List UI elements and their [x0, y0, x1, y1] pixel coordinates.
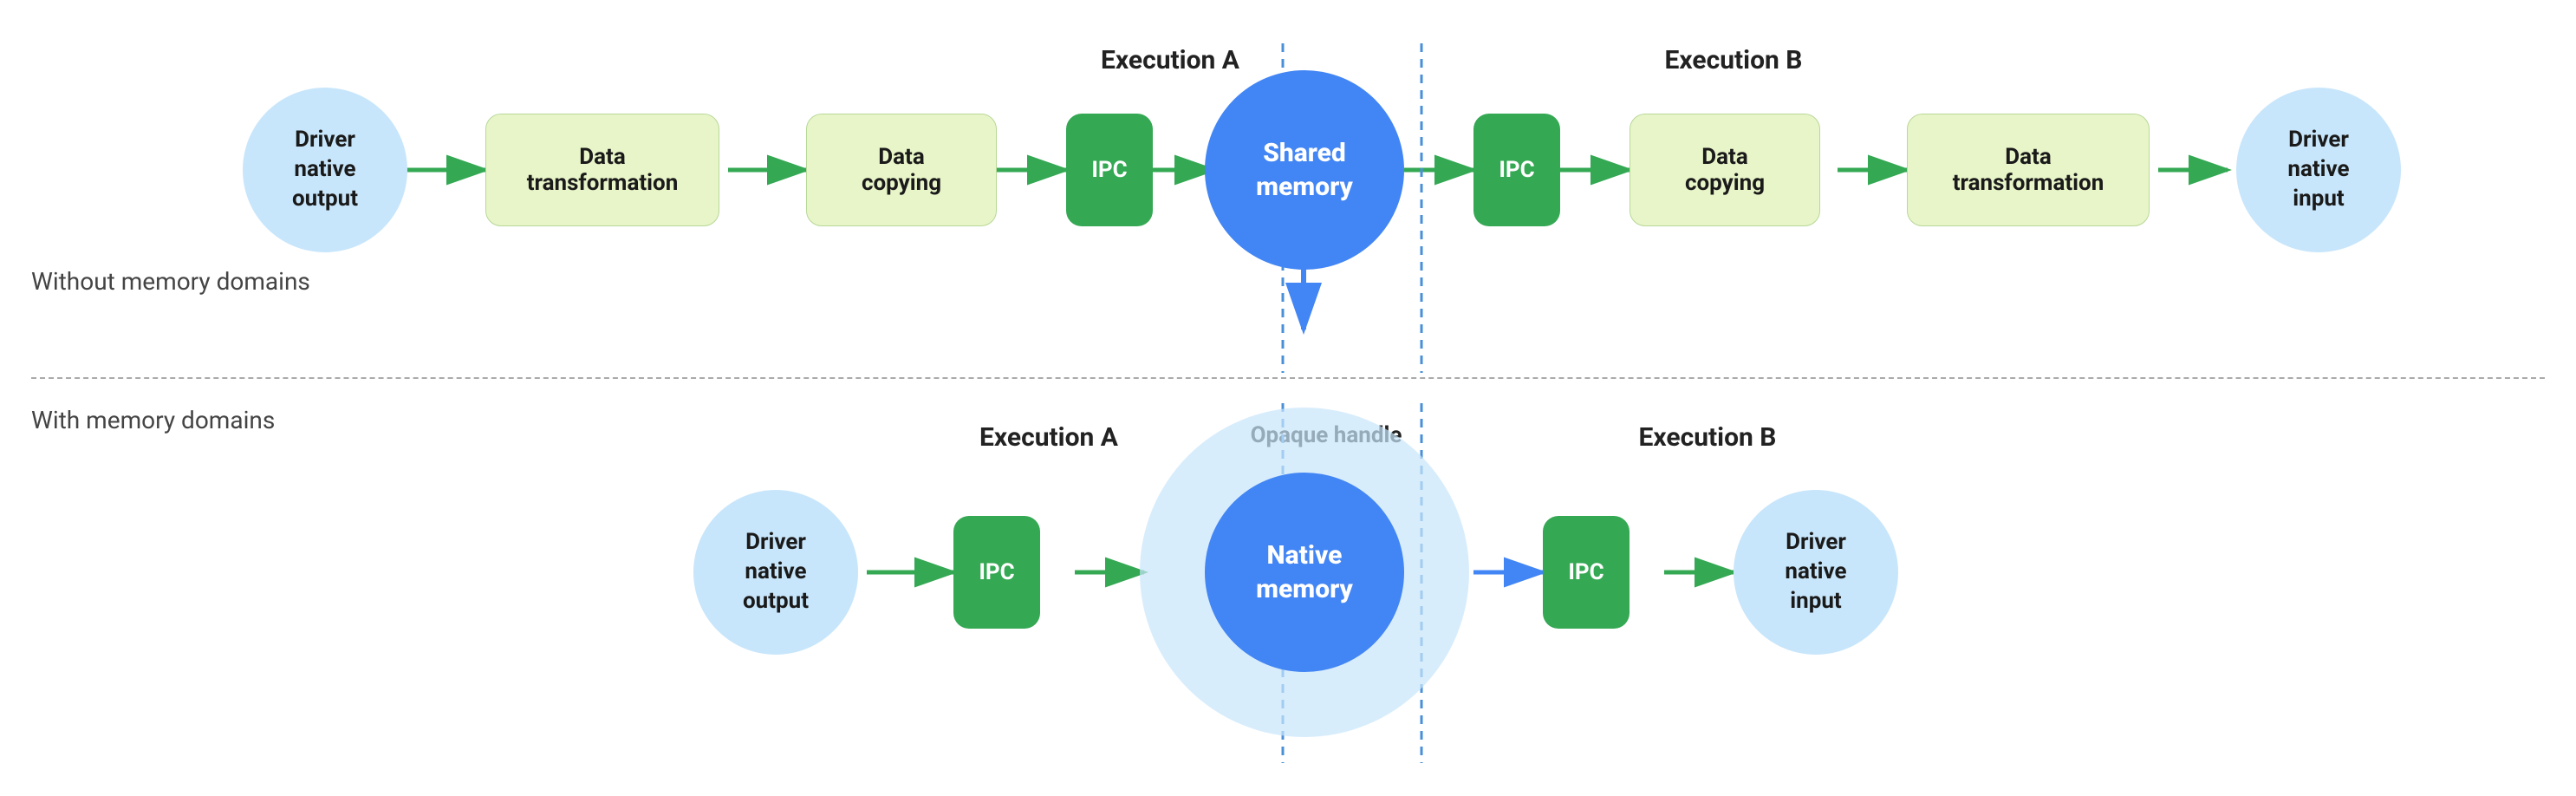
exec-b-label-bottom: Execution B: [1577, 422, 1838, 453]
bot-ipc-2: IPC: [1543, 516, 1630, 629]
label-without-memory-domains: Without memory domains: [31, 267, 310, 296]
exec-a-label-top: Execution A: [1040, 45, 1300, 75]
bot-native-memory: Nativememory: [1205, 473, 1404, 672]
exec-b-label-top: Execution B: [1603, 45, 1864, 75]
bot-driver-native-output: Drivernativeoutput: [693, 490, 858, 655]
exec-a-label-bottom: Execution A: [919, 422, 1179, 453]
top-data-copying-1: Datacopying: [806, 114, 997, 226]
bot-ipc-1: IPC: [953, 516, 1040, 629]
top-driver-native-output: Drivernativeoutput: [243, 88, 407, 252]
label-with-memory-domains: With memory domains: [31, 406, 275, 434]
top-driver-native-input: Drivernativeinput: [2236, 88, 2401, 252]
top-data-copying-2: Datacopying: [1630, 114, 1820, 226]
top-ipc-2: IPC: [1473, 114, 1560, 226]
top-data-transformation-2: Datatransformation: [1907, 114, 2150, 226]
top-ipc-1: IPC: [1066, 114, 1153, 226]
bot-driver-native-input: Drivernativeinput: [1734, 490, 1898, 655]
top-shared-memory: Sharedmemory: [1205, 70, 1404, 270]
divider-line: [31, 377, 2545, 379]
top-data-transformation-1: Datatransformation: [485, 114, 719, 226]
diagram-container: Without memory domains With memory domai…: [0, 0, 2576, 796]
